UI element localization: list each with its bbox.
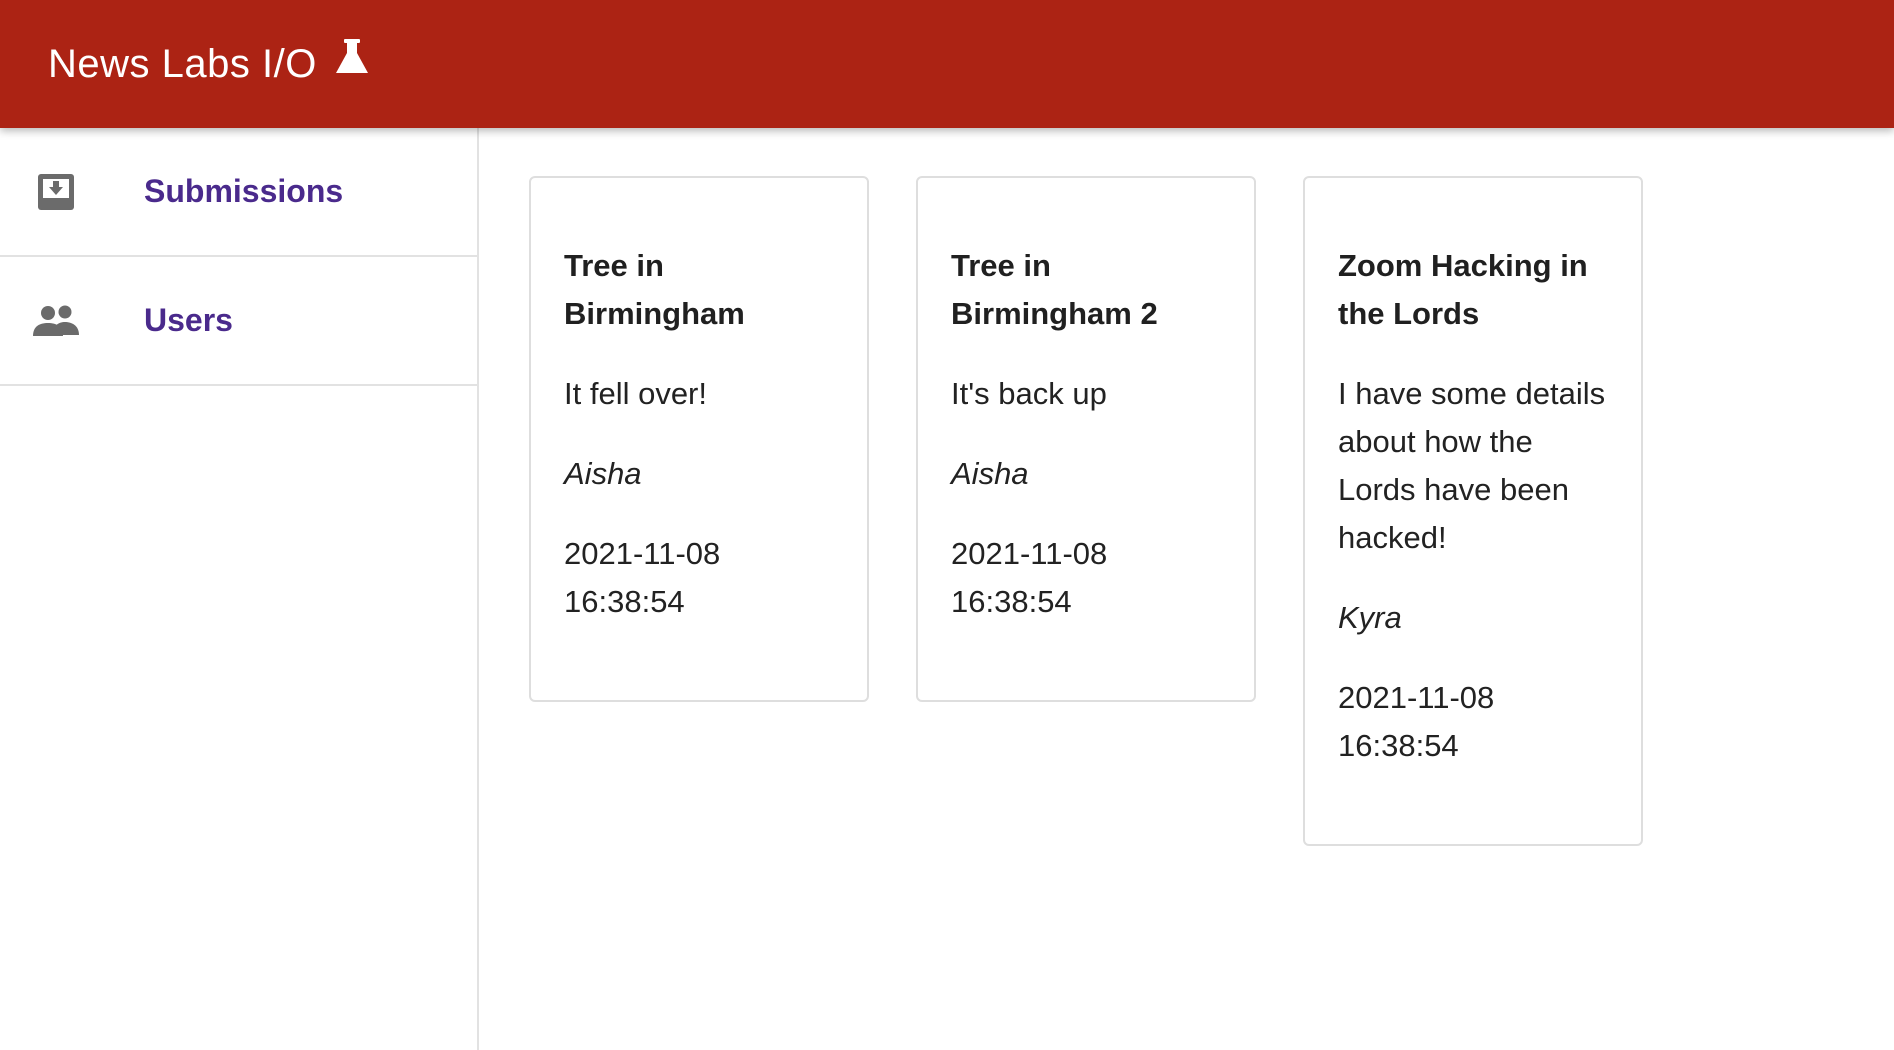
submission-author: Aisha [564,456,642,491]
submission-card[interactable]: Tree in Birmingham 2 It's back up Aisha … [916,176,1256,702]
submission-body: I have some details about how the Lords … [1338,376,1606,555]
submission-author: Kyra [1338,600,1402,635]
flask-icon [335,39,369,75]
submission-date-day: 2021-11-08 [564,536,721,571]
submission-date: 2021-11-08 16:38:54 [951,530,1222,626]
submission-date-time: 16:38:54 [1338,728,1459,763]
sidebar-item-submissions[interactable]: Submissions [0,128,477,257]
sidebar-item-label: Users [144,302,233,338]
submission-date-day: 2021-11-08 [1338,680,1495,715]
submission-date-day: 2021-11-08 [951,536,1108,571]
sidebar-item-users[interactable]: Users [0,257,477,386]
submission-title: Tree in Birmingham [564,248,745,331]
submission-body: It's back up [951,376,1107,411]
app-bar: News Labs I/O [0,0,1894,128]
app-title[interactable]: News Labs I/O [48,42,317,87]
submission-date: 2021-11-08 16:38:54 [564,530,835,626]
submission-title: Tree in Birmingham 2 [951,248,1158,331]
submissions-grid: Tree in Birmingham It fell over! Aisha 2… [481,128,1894,1050]
submission-author: Aisha [951,456,1029,491]
inbox-download-icon [28,172,84,212]
submission-card[interactable]: Zoom Hacking in the Lords I have some de… [1303,176,1643,846]
sidebar-item-label: Submissions [144,173,344,209]
submission-body: It fell over! [564,376,707,411]
submission-title: Zoom Hacking in the Lords [1338,248,1588,331]
submission-date: 2021-11-08 16:38:54 [1338,674,1609,770]
submission-date-time: 16:38:54 [951,584,1072,619]
people-icon [28,305,84,337]
sidebar: Submissions Users [0,128,479,1050]
submission-card[interactable]: Tree in Birmingham It fell over! Aisha 2… [529,176,869,702]
submission-date-time: 16:38:54 [564,584,685,619]
